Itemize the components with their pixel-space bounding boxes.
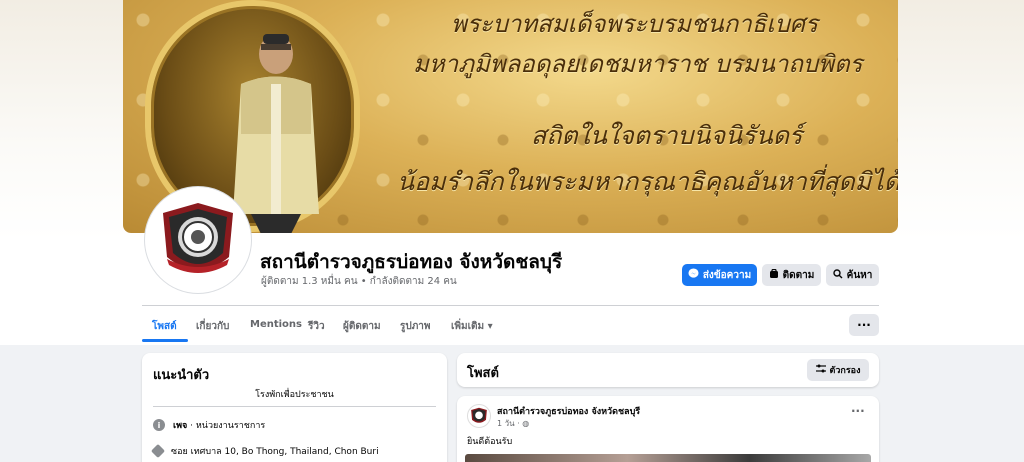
police-badge-icon <box>471 407 487 423</box>
tab-about[interactable]: เกี่ยวกับ <box>196 319 229 334</box>
cover-text-line-2: มหาภูมิพลอดุลยเดชมหาราช บรมนาถบพิตร <box>413 50 863 78</box>
cover-text-line-3: สถิตในใจตราบนิจนิรันดร์ <box>531 121 803 150</box>
intro-address-row[interactable]: ซอย เทศบาล 10, Bo Thong, Thailand, Chon … <box>150 443 379 459</box>
intro-category-value: · หน่วยงานราชการ <box>187 421 266 431</box>
filter-button[interactable]: ตัวกรอง <box>807 359 869 381</box>
tab-reviews[interactable]: รีวิว <box>308 319 325 334</box>
tab-posts[interactable]: โพสต์ <box>152 319 177 334</box>
follow-label: ติดตาม <box>782 269 815 281</box>
active-tab-indicator <box>142 339 188 342</box>
intro-category-label: เพจ <box>173 421 188 431</box>
tab-followers[interactable]: ผู้ติดตาม <box>343 319 381 334</box>
messenger-icon <box>688 268 699 282</box>
send-message-label: ส่งข้อความ <box>702 269 752 281</box>
post-menu-button[interactable]: ··· <box>851 404 865 418</box>
post-text: ยินดีต้อนรับ <box>467 437 513 447</box>
location-icon <box>150 443 166 459</box>
tab-photos[interactable]: รูปภาพ <box>400 319 431 334</box>
page-search-button[interactable]: ค้นหา <box>826 264 879 286</box>
send-message-button[interactable]: ส่งข้อความ <box>682 264 757 286</box>
profile-avatar[interactable] <box>145 187 251 293</box>
posts-header-card: โพสต์ ตัวกรอง <box>457 353 879 387</box>
page-follower-stats[interactable]: ผู้ติดตาม 1.3 หมื่น คน • กำลังติดตาม 24 … <box>261 274 457 289</box>
search-icon <box>832 268 843 282</box>
info-icon: i <box>153 419 165 431</box>
intro-divider <box>153 406 436 407</box>
police-badge-icon <box>163 203 233 273</box>
search-label: ค้นหา <box>846 269 873 281</box>
page-title: สถานีตำรวจภูธรบ่อทอง จังหวัดชลบุรี <box>260 251 563 273</box>
tab-more[interactable]: เพิ่มเติม ▾ <box>451 319 493 334</box>
cover-text-line-1: พระบาทสมเด็จพระบรมชนกาธิเบศร <box>451 10 818 38</box>
post-time-label: 1 วัน · <box>497 419 523 428</box>
filter-icon <box>815 364 826 376</box>
post-timestamp[interactable]: 1 วัน · ◍ <box>497 417 529 430</box>
header-divider <box>142 305 879 306</box>
follow-button[interactable]: ติดตาม <box>762 264 821 286</box>
intro-bio: โรงพักเพื่อประชาชน <box>255 390 334 400</box>
intro-address-value: ซอย เทศบาล 10, Bo Thong, Thailand, Chon … <box>171 447 379 457</box>
intro-title: แนะนำตัว <box>153 368 210 383</box>
filter-label: ตัวกรอง <box>829 366 861 376</box>
post-card: สถานีตำรวจภูธรบ่อทอง จังหวัดชลบุรี 1 วัน… <box>457 396 879 462</box>
tab-mentions[interactable]: Mentions <box>250 319 302 330</box>
post-author-name[interactable]: สถานีตำรวจภูธรบ่อทอง จังหวัดชลบุรี <box>497 404 640 418</box>
intro-category-row: i เพจ · หน่วยงานราชการ <box>153 418 265 432</box>
post-image[interactable] <box>465 454 871 462</box>
globe-icon: ◍ <box>522 419 530 428</box>
follow-icon <box>769 268 779 282</box>
post-author-avatar[interactable] <box>467 404 491 428</box>
cover-text-line-4: น้อมรำลึกในพระมหากรุณาธิคุณอันหาที่สุดมิ… <box>397 167 898 196</box>
more-options-button[interactable]: ··· <box>849 314 879 336</box>
posts-title: โพสต์ <box>467 366 499 381</box>
